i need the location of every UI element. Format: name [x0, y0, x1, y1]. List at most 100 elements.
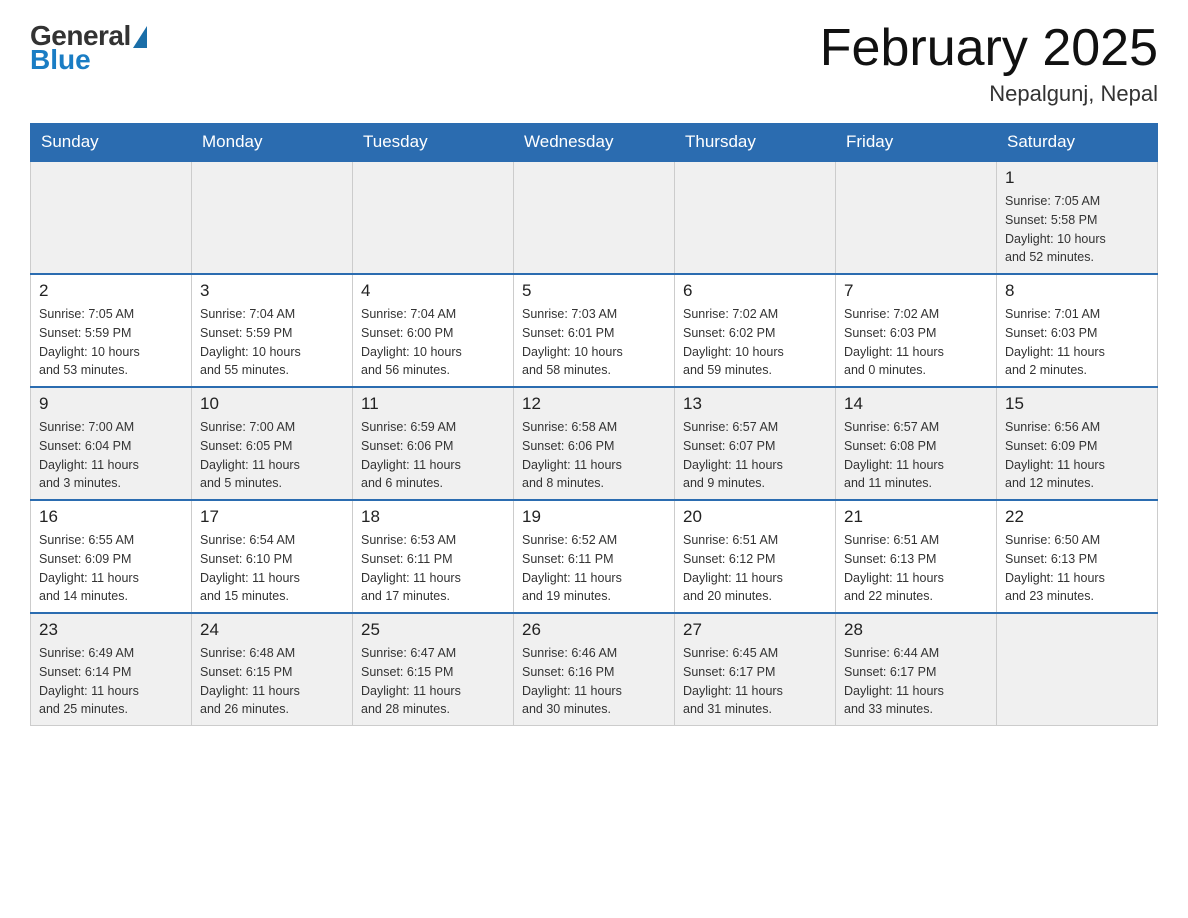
calendar-week-4: 16 Sunrise: 6:55 AM Sunset: 6:09 PM Dayli…	[31, 500, 1158, 613]
calendar-table: Sunday Monday Tuesday Wednesday Thursday…	[30, 123, 1158, 726]
day-number: 20	[683, 507, 827, 527]
location-subtitle: Nepalgunj, Nepal	[820, 81, 1158, 107]
calendar-cell: 3 Sunrise: 7:04 AM Sunset: 5:59 PM Daylig…	[192, 274, 353, 387]
calendar-cell	[675, 161, 836, 274]
day-number: 14	[844, 394, 988, 414]
day-number: 4	[361, 281, 505, 301]
calendar-cell: 21 Sunrise: 6:51 AM Sunset: 6:13 PM Dayli…	[836, 500, 997, 613]
day-info: Sunrise: 6:57 AM Sunset: 6:08 PM Dayligh…	[844, 418, 988, 493]
col-sunday: Sunday	[31, 124, 192, 162]
day-number: 21	[844, 507, 988, 527]
day-number: 18	[361, 507, 505, 527]
calendar-cell	[836, 161, 997, 274]
logo-blue-text: Blue	[30, 44, 91, 76]
calendar-cell: 23 Sunrise: 6:49 AM Sunset: 6:14 PM Dayli…	[31, 613, 192, 726]
day-info: Sunrise: 6:50 AM Sunset: 6:13 PM Dayligh…	[1005, 531, 1149, 606]
calendar-cell: 26 Sunrise: 6:46 AM Sunset: 6:16 PM Dayli…	[514, 613, 675, 726]
day-info: Sunrise: 6:49 AM Sunset: 6:14 PM Dayligh…	[39, 644, 183, 719]
calendar-week-5: 23 Sunrise: 6:49 AM Sunset: 6:14 PM Dayli…	[31, 613, 1158, 726]
calendar-cell: 22 Sunrise: 6:50 AM Sunset: 6:13 PM Dayli…	[997, 500, 1158, 613]
day-info: Sunrise: 7:02 AM Sunset: 6:02 PM Dayligh…	[683, 305, 827, 380]
month-title: February 2025	[820, 20, 1158, 77]
calendar-cell: 19 Sunrise: 6:52 AM Sunset: 6:11 PM Dayli…	[514, 500, 675, 613]
calendar-cell: 16 Sunrise: 6:55 AM Sunset: 6:09 PM Dayli…	[31, 500, 192, 613]
calendar-cell: 27 Sunrise: 6:45 AM Sunset: 6:17 PM Dayli…	[675, 613, 836, 726]
day-number: 3	[200, 281, 344, 301]
calendar-cell: 18 Sunrise: 6:53 AM Sunset: 6:11 PM Dayli…	[353, 500, 514, 613]
calendar-cell	[31, 161, 192, 274]
calendar-cell: 20 Sunrise: 6:51 AM Sunset: 6:12 PM Dayli…	[675, 500, 836, 613]
day-info: Sunrise: 7:02 AM Sunset: 6:03 PM Dayligh…	[844, 305, 988, 380]
logo-arrow-icon	[133, 26, 147, 48]
day-info: Sunrise: 7:04 AM Sunset: 6:00 PM Dayligh…	[361, 305, 505, 380]
calendar-cell: 15Sunrise: 6:56 AM Sunset: 6:09 PM Dayli…	[997, 387, 1158, 500]
day-info: Sunrise: 7:05 AM Sunset: 5:58 PM Dayligh…	[1005, 192, 1149, 267]
calendar-cell: 24 Sunrise: 6:48 AM Sunset: 6:15 PM Dayli…	[192, 613, 353, 726]
day-number: 24	[200, 620, 344, 640]
day-number: 2	[39, 281, 183, 301]
day-number: 22	[1005, 507, 1149, 527]
day-info: Sunrise: 6:53 AM Sunset: 6:11 PM Dayligh…	[361, 531, 505, 606]
calendar-cell: 14 Sunrise: 6:57 AM Sunset: 6:08 PM Dayli…	[836, 387, 997, 500]
day-info: Sunrise: 6:57 AM Sunset: 6:07 PM Dayligh…	[683, 418, 827, 493]
calendar-header-row: Sunday Monday Tuesday Wednesday Thursday…	[31, 124, 1158, 162]
col-saturday: Saturday	[997, 124, 1158, 162]
calendar-cell: 4 Sunrise: 7:04 AM Sunset: 6:00 PM Daylig…	[353, 274, 514, 387]
day-info: Sunrise: 7:05 AM Sunset: 5:59 PM Dayligh…	[39, 305, 183, 380]
day-info: Sunrise: 7:03 AM Sunset: 6:01 PM Dayligh…	[522, 305, 666, 380]
day-info: Sunrise: 6:45 AM Sunset: 6:17 PM Dayligh…	[683, 644, 827, 719]
day-info: Sunrise: 6:47 AM Sunset: 6:15 PM Dayligh…	[361, 644, 505, 719]
calendar-cell: 12Sunrise: 6:58 AM Sunset: 6:06 PM Dayli…	[514, 387, 675, 500]
day-number: 5	[522, 281, 666, 301]
day-info: Sunrise: 6:54 AM Sunset: 6:10 PM Dayligh…	[200, 531, 344, 606]
calendar-cell	[192, 161, 353, 274]
day-info: Sunrise: 6:55 AM Sunset: 6:09 PM Dayligh…	[39, 531, 183, 606]
day-info: Sunrise: 6:51 AM Sunset: 6:13 PM Dayligh…	[844, 531, 988, 606]
day-info: Sunrise: 7:01 AM Sunset: 6:03 PM Dayligh…	[1005, 305, 1149, 380]
calendar-cell: 5 Sunrise: 7:03 AM Sunset: 6:01 PM Daylig…	[514, 274, 675, 387]
day-number: 23	[39, 620, 183, 640]
calendar-week-3: 9 Sunrise: 7:00 AM Sunset: 6:04 PM Daylig…	[31, 387, 1158, 500]
day-info: Sunrise: 6:52 AM Sunset: 6:11 PM Dayligh…	[522, 531, 666, 606]
day-info: Sunrise: 7:04 AM Sunset: 5:59 PM Dayligh…	[200, 305, 344, 380]
col-tuesday: Tuesday	[353, 124, 514, 162]
calendar-cell: 13Sunrise: 6:57 AM Sunset: 6:07 PM Dayli…	[675, 387, 836, 500]
calendar-cell: 10Sunrise: 7:00 AM Sunset: 6:05 PM Dayli…	[192, 387, 353, 500]
calendar-cell: 25Sunrise: 6:47 AM Sunset: 6:15 PM Dayli…	[353, 613, 514, 726]
day-number: 19	[522, 507, 666, 527]
calendar-cell: 6Sunrise: 7:02 AM Sunset: 6:02 PM Daylig…	[675, 274, 836, 387]
calendar-cell: 7 Sunrise: 7:02 AM Sunset: 6:03 PM Daylig…	[836, 274, 997, 387]
calendar-week-1: 1Sunrise: 7:05 AM Sunset: 5:58 PM Daylig…	[31, 161, 1158, 274]
page-header: General Blue February 2025 Nepalgunj, Ne…	[30, 20, 1158, 107]
day-number: 8	[1005, 281, 1149, 301]
calendar-cell: 9 Sunrise: 7:00 AM Sunset: 6:04 PM Daylig…	[31, 387, 192, 500]
col-thursday: Thursday	[675, 124, 836, 162]
day-info: Sunrise: 7:00 AM Sunset: 6:04 PM Dayligh…	[39, 418, 183, 493]
day-number: 15	[1005, 394, 1149, 414]
day-number: 16	[39, 507, 183, 527]
day-number: 17	[200, 507, 344, 527]
calendar-cell: 1Sunrise: 7:05 AM Sunset: 5:58 PM Daylig…	[997, 161, 1158, 274]
day-info: Sunrise: 6:46 AM Sunset: 6:16 PM Dayligh…	[522, 644, 666, 719]
calendar-cell	[997, 613, 1158, 726]
calendar-cell: 17 Sunrise: 6:54 AM Sunset: 6:10 PM Dayli…	[192, 500, 353, 613]
calendar-cell	[514, 161, 675, 274]
day-info: Sunrise: 6:58 AM Sunset: 6:06 PM Dayligh…	[522, 418, 666, 493]
day-info: Sunrise: 6:48 AM Sunset: 6:15 PM Dayligh…	[200, 644, 344, 719]
day-info: Sunrise: 6:44 AM Sunset: 6:17 PM Dayligh…	[844, 644, 988, 719]
calendar-cell: 28Sunrise: 6:44 AM Sunset: 6:17 PM Dayli…	[836, 613, 997, 726]
day-number: 7	[844, 281, 988, 301]
logo: General Blue	[30, 20, 147, 76]
calendar-cell: 2 Sunrise: 7:05 AM Sunset: 5:59 PM Daylig…	[31, 274, 192, 387]
day-number: 27	[683, 620, 827, 640]
col-friday: Friday	[836, 124, 997, 162]
calendar-week-2: 2 Sunrise: 7:05 AM Sunset: 5:59 PM Daylig…	[31, 274, 1158, 387]
day-number: 10	[200, 394, 344, 414]
day-info: Sunrise: 6:51 AM Sunset: 6:12 PM Dayligh…	[683, 531, 827, 606]
day-number: 26	[522, 620, 666, 640]
col-wednesday: Wednesday	[514, 124, 675, 162]
calendar-cell: 8 Sunrise: 7:01 AM Sunset: 6:03 PM Daylig…	[997, 274, 1158, 387]
calendar-cell: 11Sunrise: 6:59 AM Sunset: 6:06 PM Dayli…	[353, 387, 514, 500]
day-number: 9	[39, 394, 183, 414]
day-info: Sunrise: 6:59 AM Sunset: 6:06 PM Dayligh…	[361, 418, 505, 493]
